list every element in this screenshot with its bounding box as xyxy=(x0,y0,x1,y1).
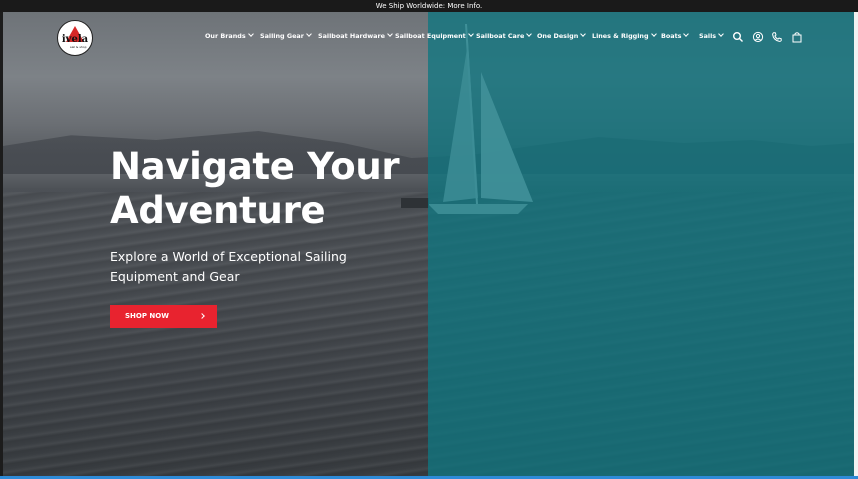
chevron-down-icon xyxy=(247,31,254,37)
hero-banner xyxy=(3,12,854,476)
nav-label: Sails xyxy=(699,32,717,40)
nav-one-design[interactable]: One Design xyxy=(537,31,587,41)
nav-sailboat-equipment[interactable]: Sailboat Equipment xyxy=(395,31,474,41)
nav-label: Our Brands xyxy=(205,32,246,40)
logo-text: ivela xyxy=(61,34,89,45)
chevron-down-icon xyxy=(306,31,312,37)
chevron-down-icon xyxy=(683,31,690,37)
cart-icon[interactable] xyxy=(791,31,803,43)
shop-now-label: SHOP NOW xyxy=(125,312,169,320)
nav-label: Sailing Gear xyxy=(260,32,304,40)
nav-label: Boats xyxy=(661,32,682,40)
nav-sailing-gear[interactable]: Sailing Gear xyxy=(260,31,312,41)
nav-label: Sailboat Hardware xyxy=(318,32,385,40)
phone-icon[interactable] xyxy=(771,31,783,43)
nav-label: One Design xyxy=(537,32,579,40)
shop-now-button[interactable]: SHOP NOW xyxy=(110,305,217,328)
chevron-down-icon xyxy=(650,31,657,37)
teal-overlay xyxy=(428,12,854,476)
logo-subtext: sail & shop xyxy=(70,45,87,49)
nav-label: Sailboat Equipment xyxy=(395,32,466,40)
chevron-down-icon xyxy=(526,31,533,37)
hero-title: Navigate Your Adventure xyxy=(110,145,400,232)
nav-sails[interactable]: Sails xyxy=(699,31,724,41)
nav-lines-rigging[interactable]: Lines & Rigging xyxy=(592,31,657,41)
chevron-down-icon xyxy=(718,31,724,37)
nav-sailboat-hardware[interactable]: Sailboat Hardware xyxy=(318,31,393,41)
announcement-text[interactable]: We Ship Worldwide: More Info. xyxy=(376,2,483,10)
page-scrollbar[interactable] xyxy=(854,12,858,476)
search-icon[interactable] xyxy=(732,31,744,43)
account-icon[interactable] xyxy=(752,31,764,43)
chevron-down-icon xyxy=(387,31,393,37)
nav-label: Lines & Rigging xyxy=(592,32,649,40)
chevron-right-icon xyxy=(199,313,205,319)
nav-our-brands[interactable]: Our Brands xyxy=(205,31,254,41)
nav-sailboat-care[interactable]: Sailboat Care xyxy=(476,31,533,41)
chevron-down-icon xyxy=(580,31,587,37)
site-logo[interactable]: ivela sail & shop xyxy=(57,20,93,56)
hero-subtitle: Explore a World of Exceptional Sailing E… xyxy=(110,249,347,284)
chevron-down-icon xyxy=(467,31,474,37)
nav-label: Sailboat Care xyxy=(476,32,525,40)
nav-boats[interactable]: Boats xyxy=(661,31,690,41)
announcement-bar[interactable]: We Ship Worldwide: More Info. xyxy=(0,0,858,12)
